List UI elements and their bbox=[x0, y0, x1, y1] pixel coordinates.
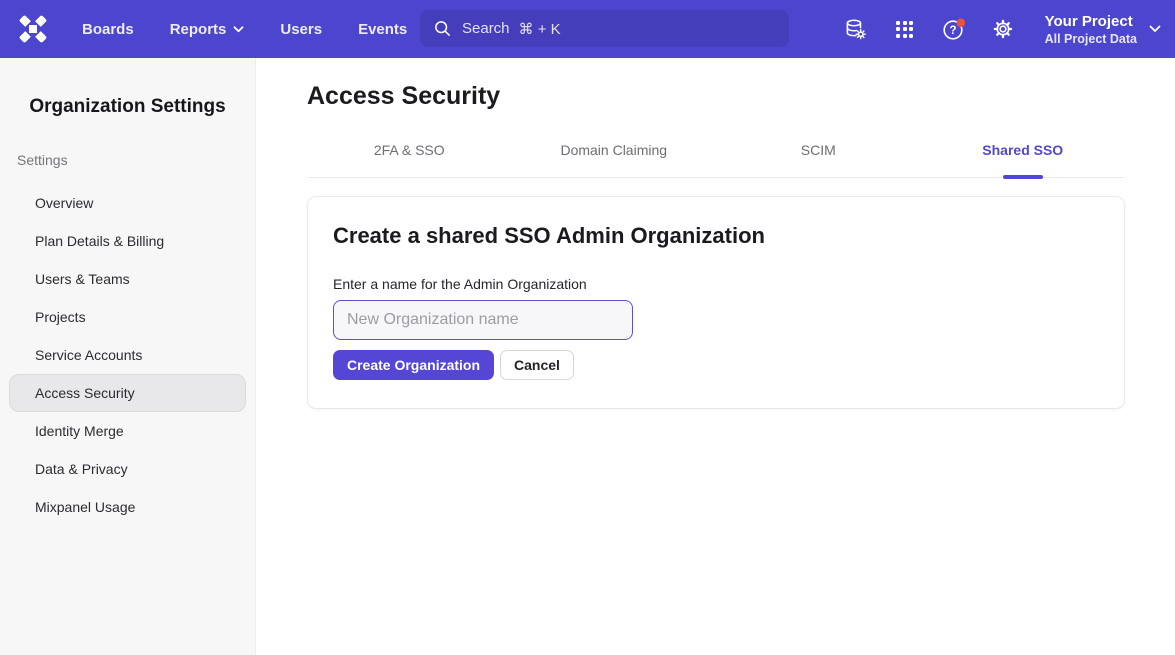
logo-core bbox=[29, 25, 37, 33]
data-management-icon[interactable] bbox=[843, 16, 869, 42]
page-title: Access Security bbox=[307, 82, 1125, 111]
tab-shared-sso[interactable]: Shared SSO bbox=[921, 142, 1126, 177]
create-sso-org-card: Create a shared SSO Admin Organization E… bbox=[307, 196, 1125, 409]
sidebar: Organization Settings Settings Overview … bbox=[0, 58, 256, 655]
search-placeholder: Search bbox=[462, 20, 510, 38]
project-selector[interactable]: Your Project All Project Data bbox=[1045, 13, 1161, 46]
sidebar-section-label: Settings bbox=[17, 152, 255, 168]
tab-bar: 2FA & SSO Domain Claiming SCIM Shared SS… bbox=[307, 142, 1125, 178]
org-name-input[interactable] bbox=[333, 300, 633, 340]
sidebar-item-projects[interactable]: Projects bbox=[9, 298, 246, 336]
button-row: Create Organization Cancel bbox=[333, 350, 1099, 380]
help-icon[interactable]: ? bbox=[941, 16, 967, 42]
project-name: Your Project bbox=[1045, 13, 1137, 30]
top-nav: Boards Reports Users Events Search ⌘ + K bbox=[0, 0, 1175, 58]
sidebar-title: Organization Settings bbox=[0, 96, 255, 118]
apps-grid-icon[interactable] bbox=[892, 16, 918, 42]
sidebar-item-plan-details-billing[interactable]: Plan Details & Billing bbox=[9, 222, 246, 260]
sidebar-items: Overview Plan Details & Billing Users & … bbox=[0, 184, 255, 526]
sidebar-item-access-security[interactable]: Access Security bbox=[9, 374, 246, 412]
sidebar-item-users-teams[interactable]: Users & Teams bbox=[9, 260, 246, 298]
tab-domain-claiming[interactable]: Domain Claiming bbox=[512, 142, 717, 177]
chevron-down-icon bbox=[233, 26, 244, 33]
tab-2fa-sso[interactable]: 2FA & SSO bbox=[307, 142, 512, 177]
nav-item-label: Reports bbox=[170, 21, 227, 38]
nav-item-boards[interactable]: Boards bbox=[82, 21, 134, 38]
search-shortcut: ⌘ + K bbox=[519, 20, 561, 38]
notification-dot bbox=[956, 18, 965, 27]
project-data-view: All Project Data bbox=[1045, 32, 1137, 46]
create-organization-button[interactable]: Create Organization bbox=[333, 350, 494, 380]
cancel-button[interactable]: Cancel bbox=[500, 350, 574, 380]
nav-item-users[interactable]: Users bbox=[280, 21, 322, 38]
search-icon bbox=[433, 19, 452, 38]
primary-nav: Boards Reports Users Events bbox=[82, 21, 407, 38]
sidebar-item-identity-merge[interactable]: Identity Merge bbox=[9, 412, 246, 450]
sidebar-item-mixpanel-usage[interactable]: Mixpanel Usage bbox=[9, 488, 246, 526]
org-name-label: Enter a name for the Admin Organization bbox=[333, 276, 1099, 292]
tab-scim[interactable]: SCIM bbox=[716, 142, 921, 177]
nav-item-reports[interactable]: Reports bbox=[170, 21, 245, 38]
sidebar-item-service-accounts[interactable]: Service Accounts bbox=[9, 336, 246, 374]
card-title: Create a shared SSO Admin Organization bbox=[333, 223, 1099, 249]
sidebar-item-overview[interactable]: Overview bbox=[9, 184, 246, 222]
nav-item-events[interactable]: Events bbox=[358, 21, 407, 38]
sidebar-item-data-privacy[interactable]: Data & Privacy bbox=[9, 450, 246, 488]
search-input[interactable]: Search ⌘ + K bbox=[420, 10, 789, 47]
chevron-down-icon bbox=[1149, 25, 1161, 33]
nav-right-cluster: ? Your Project All Project Data bbox=[843, 0, 1161, 58]
main-content: Access Security 2FA & SSO Domain Claimin… bbox=[256, 58, 1175, 655]
svg-text:?: ? bbox=[949, 25, 956, 37]
mixpanel-logo[interactable] bbox=[18, 14, 48, 44]
settings-gear-icon[interactable] bbox=[990, 16, 1016, 42]
